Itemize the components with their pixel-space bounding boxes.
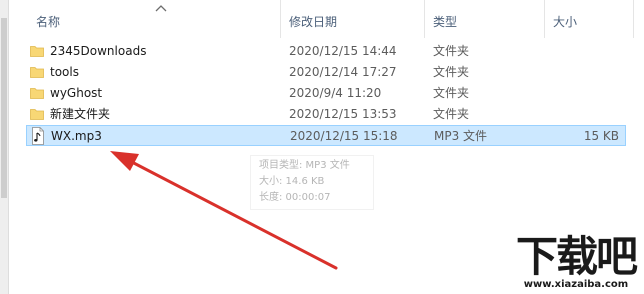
file-date-modified: 2020/12/15 14:44 bbox=[289, 44, 397, 58]
file-name: WX.mp3 bbox=[51, 129, 102, 143]
folder-icon bbox=[30, 88, 44, 99]
file-type: MP3 文件 bbox=[434, 129, 488, 143]
file-row-tools[interactable]: tools 2020/12/14 17:27 文件夹 bbox=[26, 62, 626, 83]
watermark-logo-text: 下载吧 bbox=[515, 232, 638, 281]
file-info-tooltip: 项目类型: MP3 文件 大小: 14.6 KB 长度: 00:00:07 bbox=[250, 155, 374, 210]
file-date-modified: 2020/9/4 11:20 bbox=[289, 86, 382, 100]
file-date-modified: 2020/12/15 15:18 bbox=[290, 129, 398, 143]
file-type: 文件夹 bbox=[433, 107, 470, 121]
file-name: tools bbox=[50, 65, 79, 79]
file-name: wyGhost bbox=[50, 86, 103, 100]
folder-icon bbox=[30, 67, 44, 78]
tooltip-length: 长度: 00:00:07 bbox=[259, 192, 331, 203]
file-date-modified: 2020/12/14 17:27 bbox=[289, 65, 397, 79]
left-scrollbar[interactable] bbox=[0, 0, 9, 294]
folder-icon bbox=[30, 46, 44, 57]
file-name: 2345Downloads bbox=[50, 44, 147, 58]
file-type: 文件夹 bbox=[433, 44, 470, 58]
file-date-modified: 2020/12/15 13:53 bbox=[289, 107, 397, 121]
watermark-logo: 下载吧 www.xiazaiba.com bbox=[512, 234, 640, 290]
file-size: 15 KB bbox=[583, 129, 619, 143]
music-file-icon bbox=[32, 127, 44, 145]
file-row-wyghost[interactable]: wyGhost 2020/9/4 11:20 文件夹 bbox=[26, 83, 626, 104]
column-divider[interactable] bbox=[633, 0, 634, 38]
column-header-date-modified[interactable]: 修改日期 bbox=[281, 10, 424, 34]
watermark-url: www.xiazaiba.com bbox=[523, 279, 629, 290]
folder-icon bbox=[30, 109, 44, 120]
file-row-2345downloads[interactable]: 2345Downloads 2020/12/15 14:44 文件夹 bbox=[26, 41, 626, 62]
file-row-new-folder[interactable]: 新建文件夹 2020/12/15 13:53 文件夹 bbox=[26, 104, 626, 125]
column-header-size[interactable]: 大小 bbox=[545, 10, 635, 34]
scrollbar-thumb[interactable] bbox=[1, 18, 7, 198]
column-header-bar: 名称 修改日期 类型 大小 bbox=[8, 0, 644, 38]
column-header-name[interactable]: 名称 bbox=[28, 10, 283, 34]
file-name: 新建文件夹 bbox=[50, 107, 111, 121]
file-row-wx-mp3[interactable]: WX.mp3 2020/12/15 15:18 MP3 文件 15 KB bbox=[26, 125, 626, 146]
tooltip-item-type: 项目类型: MP3 文件 bbox=[259, 160, 350, 171]
file-type: 文件夹 bbox=[433, 86, 470, 100]
file-type: 文件夹 bbox=[433, 65, 470, 79]
column-header-type[interactable]: 类型 bbox=[425, 10, 545, 34]
tooltip-size: 大小: 14.6 KB bbox=[259, 176, 325, 187]
